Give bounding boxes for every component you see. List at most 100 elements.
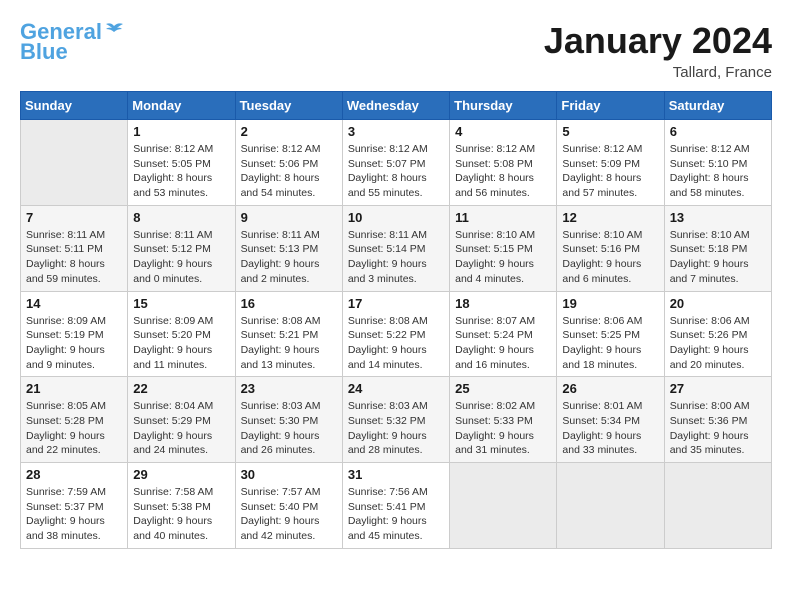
calendar-cell: 14 Sunrise: 8:09 AM Sunset: 5:19 PM Dayl… (21, 291, 128, 377)
calendar-cell: 11 Sunrise: 8:10 AM Sunset: 5:15 PM Dayl… (450, 205, 557, 291)
day-number: 21 (26, 381, 122, 396)
day-number: 17 (348, 296, 444, 311)
calendar-cell: 28 Sunrise: 7:59 AM Sunset: 5:37 PM Dayl… (21, 463, 128, 549)
calendar-cell: 25 Sunrise: 8:02 AM Sunset: 5:33 PM Dayl… (450, 377, 557, 463)
calendar-cell: 5 Sunrise: 8:12 AM Sunset: 5:09 PM Dayli… (557, 120, 664, 206)
calendar-cell: 17 Sunrise: 8:08 AM Sunset: 5:22 PM Dayl… (342, 291, 449, 377)
day-info: Sunrise: 8:05 AM Sunset: 5:28 PM Dayligh… (26, 399, 122, 458)
header-day: Tuesday (235, 92, 342, 120)
calendar-cell: 13 Sunrise: 8:10 AM Sunset: 5:18 PM Dayl… (664, 205, 771, 291)
calendar-cell: 29 Sunrise: 7:58 AM Sunset: 5:38 PM Dayl… (128, 463, 235, 549)
calendar-cell: 6 Sunrise: 8:12 AM Sunset: 5:10 PM Dayli… (664, 120, 771, 206)
calendar-cell: 8 Sunrise: 8:11 AM Sunset: 5:12 PM Dayli… (128, 205, 235, 291)
day-info: Sunrise: 7:57 AM Sunset: 5:40 PM Dayligh… (241, 485, 337, 544)
header-day: Saturday (664, 92, 771, 120)
day-info: Sunrise: 7:58 AM Sunset: 5:38 PM Dayligh… (133, 485, 229, 544)
day-info: Sunrise: 8:12 AM Sunset: 5:08 PM Dayligh… (455, 142, 551, 201)
calendar-cell: 9 Sunrise: 8:11 AM Sunset: 5:13 PM Dayli… (235, 205, 342, 291)
day-number: 30 (241, 467, 337, 482)
header-day: Wednesday (342, 92, 449, 120)
day-number: 27 (670, 381, 766, 396)
day-number: 12 (562, 210, 658, 225)
day-info: Sunrise: 8:10 AM Sunset: 5:18 PM Dayligh… (670, 228, 766, 287)
day-number: 31 (348, 467, 444, 482)
day-info: Sunrise: 8:07 AM Sunset: 5:24 PM Dayligh… (455, 314, 551, 373)
day-number: 19 (562, 296, 658, 311)
logo-blue: Blue (20, 40, 68, 64)
calendar-cell: 12 Sunrise: 8:10 AM Sunset: 5:16 PM Dayl… (557, 205, 664, 291)
day-info: Sunrise: 8:01 AM Sunset: 5:34 PM Dayligh… (562, 399, 658, 458)
calendar-cell: 22 Sunrise: 8:04 AM Sunset: 5:29 PM Dayl… (128, 377, 235, 463)
day-info: Sunrise: 8:11 AM Sunset: 5:13 PM Dayligh… (241, 228, 337, 287)
calendar-cell: 31 Sunrise: 7:56 AM Sunset: 5:41 PM Dayl… (342, 463, 449, 549)
header-day: Friday (557, 92, 664, 120)
day-number: 29 (133, 467, 229, 482)
calendar-header: SundayMondayTuesdayWednesdayThursdayFrid… (21, 92, 772, 120)
day-number: 10 (348, 210, 444, 225)
day-number: 1 (133, 124, 229, 139)
day-number: 26 (562, 381, 658, 396)
calendar-cell: 20 Sunrise: 8:06 AM Sunset: 5:26 PM Dayl… (664, 291, 771, 377)
calendar-cell (21, 120, 128, 206)
calendar-cell: 21 Sunrise: 8:05 AM Sunset: 5:28 PM Dayl… (21, 377, 128, 463)
day-info: Sunrise: 7:59 AM Sunset: 5:37 PM Dayligh… (26, 485, 122, 544)
calendar-cell (664, 463, 771, 549)
day-info: Sunrise: 8:06 AM Sunset: 5:25 PM Dayligh… (562, 314, 658, 373)
day-info: Sunrise: 8:00 AM Sunset: 5:36 PM Dayligh… (670, 399, 766, 458)
location: Tallard, France (544, 64, 772, 81)
calendar-cell: 2 Sunrise: 8:12 AM Sunset: 5:06 PM Dayli… (235, 120, 342, 206)
logo: General Blue (20, 20, 124, 64)
calendar-cell: 26 Sunrise: 8:01 AM Sunset: 5:34 PM Dayl… (557, 377, 664, 463)
calendar-cell: 23 Sunrise: 8:03 AM Sunset: 5:30 PM Dayl… (235, 377, 342, 463)
day-info: Sunrise: 8:12 AM Sunset: 5:09 PM Dayligh… (562, 142, 658, 201)
day-number: 18 (455, 296, 551, 311)
calendar-week-row: 7 Sunrise: 8:11 AM Sunset: 5:11 PM Dayli… (21, 205, 772, 291)
header-day: Monday (128, 92, 235, 120)
day-info: Sunrise: 8:11 AM Sunset: 5:12 PM Dayligh… (133, 228, 229, 287)
calendar-week-row: 21 Sunrise: 8:05 AM Sunset: 5:28 PM Dayl… (21, 377, 772, 463)
day-number: 28 (26, 467, 122, 482)
day-info: Sunrise: 7:56 AM Sunset: 5:41 PM Dayligh… (348, 485, 444, 544)
calendar-cell: 7 Sunrise: 8:11 AM Sunset: 5:11 PM Dayli… (21, 205, 128, 291)
day-info: Sunrise: 8:10 AM Sunset: 5:16 PM Dayligh… (562, 228, 658, 287)
day-number: 24 (348, 381, 444, 396)
day-number: 16 (241, 296, 337, 311)
day-number: 4 (455, 124, 551, 139)
calendar-cell: 18 Sunrise: 8:07 AM Sunset: 5:24 PM Dayl… (450, 291, 557, 377)
day-number: 7 (26, 210, 122, 225)
day-number: 5 (562, 124, 658, 139)
page-header: General Blue January 2024 Tallard, Franc… (20, 20, 772, 81)
header-day: Sunday (21, 92, 128, 120)
calendar-cell (557, 463, 664, 549)
calendar-cell: 3 Sunrise: 8:12 AM Sunset: 5:07 PM Dayli… (342, 120, 449, 206)
title-block: January 2024 Tallard, France (544, 20, 772, 81)
day-info: Sunrise: 8:12 AM Sunset: 5:05 PM Dayligh… (133, 142, 229, 201)
day-number: 15 (133, 296, 229, 311)
day-number: 13 (670, 210, 766, 225)
day-info: Sunrise: 8:08 AM Sunset: 5:22 PM Dayligh… (348, 314, 444, 373)
day-info: Sunrise: 8:10 AM Sunset: 5:15 PM Dayligh… (455, 228, 551, 287)
day-number: 14 (26, 296, 122, 311)
day-info: Sunrise: 8:03 AM Sunset: 5:30 PM Dayligh… (241, 399, 337, 458)
day-number: 25 (455, 381, 551, 396)
calendar-table: SundayMondayTuesdayWednesdayThursdayFrid… (20, 91, 772, 549)
day-info: Sunrise: 8:09 AM Sunset: 5:20 PM Dayligh… (133, 314, 229, 373)
day-number: 8 (133, 210, 229, 225)
calendar-cell (450, 463, 557, 549)
day-info: Sunrise: 8:04 AM Sunset: 5:29 PM Dayligh… (133, 399, 229, 458)
header-day: Thursday (450, 92, 557, 120)
calendar-body: 1 Sunrise: 8:12 AM Sunset: 5:05 PM Dayli… (21, 120, 772, 549)
day-info: Sunrise: 8:12 AM Sunset: 5:06 PM Dayligh… (241, 142, 337, 201)
calendar-week-row: 1 Sunrise: 8:12 AM Sunset: 5:05 PM Dayli… (21, 120, 772, 206)
calendar-cell: 15 Sunrise: 8:09 AM Sunset: 5:20 PM Dayl… (128, 291, 235, 377)
day-info: Sunrise: 8:11 AM Sunset: 5:14 PM Dayligh… (348, 228, 444, 287)
day-number: 9 (241, 210, 337, 225)
calendar-cell: 16 Sunrise: 8:08 AM Sunset: 5:21 PM Dayl… (235, 291, 342, 377)
day-info: Sunrise: 8:11 AM Sunset: 5:11 PM Dayligh… (26, 228, 122, 287)
header-row: SundayMondayTuesdayWednesdayThursdayFrid… (21, 92, 772, 120)
day-info: Sunrise: 8:03 AM Sunset: 5:32 PM Dayligh… (348, 399, 444, 458)
calendar-cell: 30 Sunrise: 7:57 AM Sunset: 5:40 PM Dayl… (235, 463, 342, 549)
day-info: Sunrise: 8:06 AM Sunset: 5:26 PM Dayligh… (670, 314, 766, 373)
day-info: Sunrise: 8:09 AM Sunset: 5:19 PM Dayligh… (26, 314, 122, 373)
day-info: Sunrise: 8:02 AM Sunset: 5:33 PM Dayligh… (455, 399, 551, 458)
